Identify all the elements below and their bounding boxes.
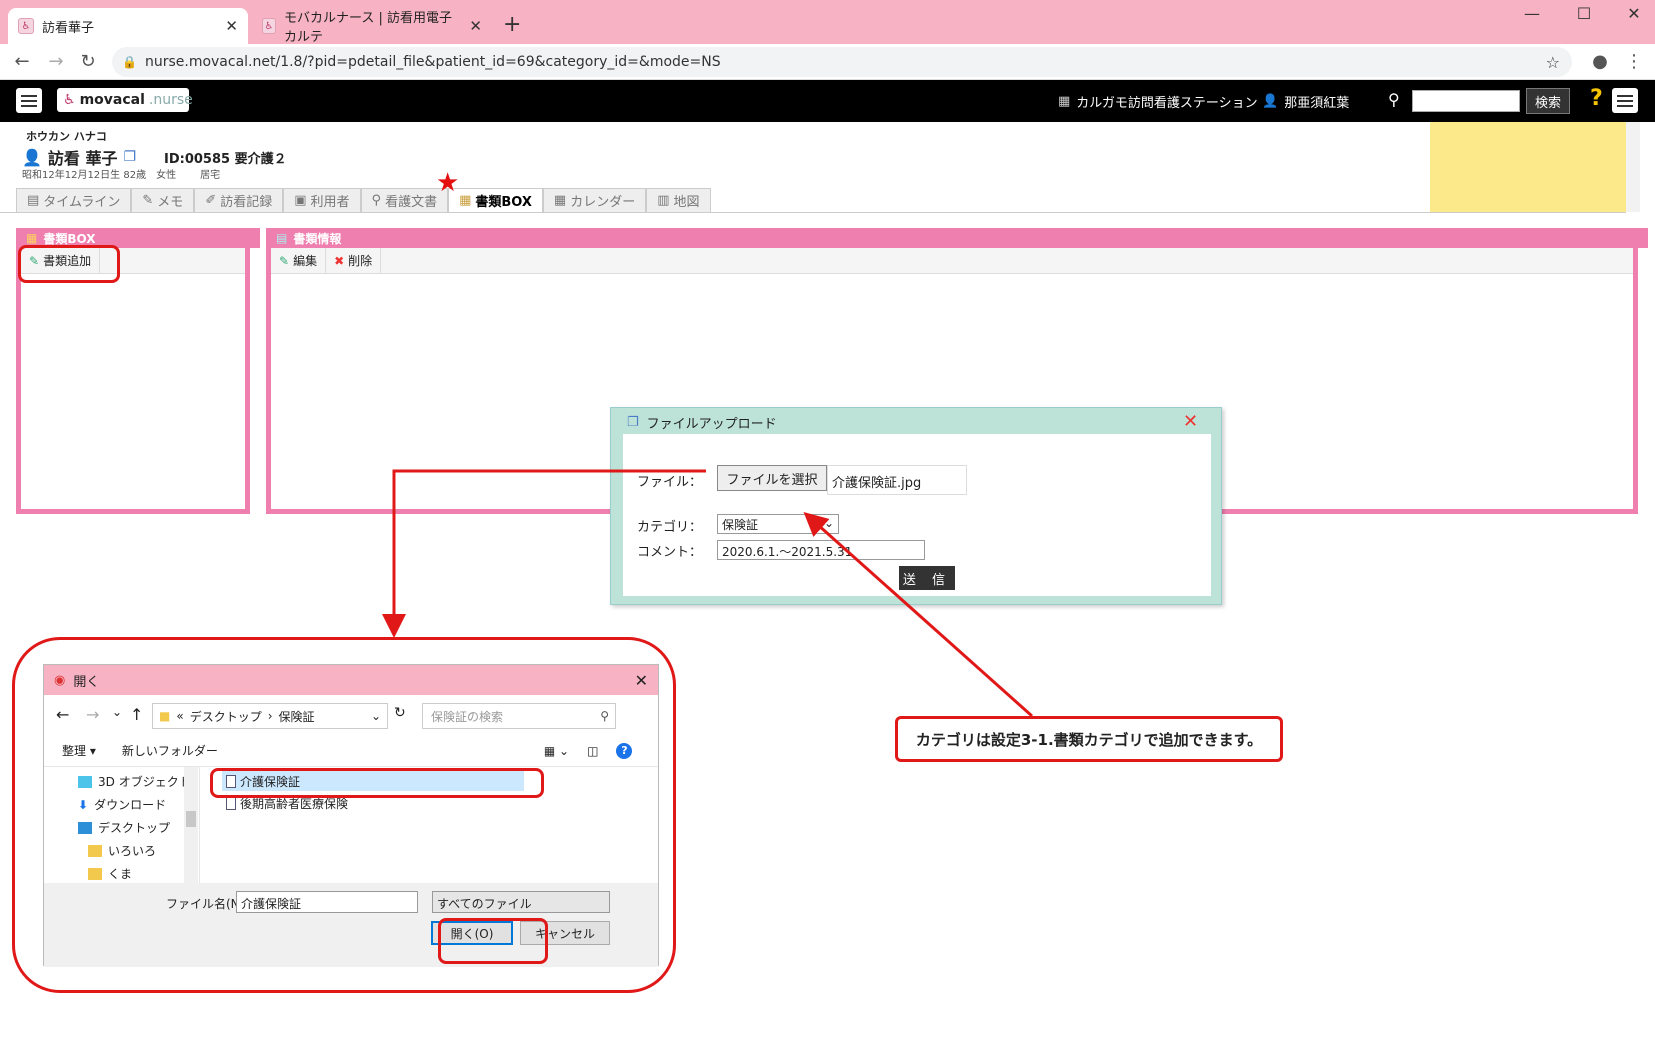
preview-pane-icon[interactable]: ◫ bbox=[587, 744, 598, 758]
folder-search-input[interactable]: 保険証の検索 ⚲ bbox=[422, 703, 616, 729]
path-overflow: « bbox=[176, 709, 184, 723]
scroll-thumb[interactable] bbox=[186, 811, 196, 827]
filetype-select[interactable]: すべてのファイル bbox=[432, 891, 610, 913]
path-separator: › bbox=[267, 709, 273, 723]
chevron-down-icon[interactable]: ⌄ bbox=[371, 709, 381, 723]
folder-icon bbox=[88, 867, 102, 880]
file-icon bbox=[226, 796, 236, 810]
refresh-icon[interactable]: ↻ bbox=[394, 705, 406, 721]
search-icon: ⚲ bbox=[600, 709, 609, 723]
tree-item-folder[interactable]: くま bbox=[88, 865, 132, 882]
new-folder-button[interactable]: 新しいフォルダー bbox=[122, 742, 218, 759]
dialog-toolbar: 整理 ▾ 新しいフォルダー ▦ ⌄ ◫ ? bbox=[44, 735, 658, 767]
tree-label: ダウンロード bbox=[94, 798, 167, 812]
recent-dropdown-icon[interactable]: ⌄ bbox=[112, 705, 122, 719]
dialog-title-text: 開く bbox=[73, 674, 100, 690]
path-segment[interactable]: 保険証 bbox=[279, 708, 315, 725]
close-icon[interactable]: ✕ bbox=[635, 671, 648, 690]
up-icon[interactable]: ↑ bbox=[130, 705, 143, 724]
view-options-icon[interactable]: ▦ ⌄ bbox=[544, 744, 569, 758]
forward-icon[interactable]: → bbox=[86, 705, 99, 724]
desktop-icon bbox=[78, 821, 92, 834]
arrow-file-to-dialog bbox=[382, 469, 706, 638]
annotation-callout: カテゴリは設定3-1.書類カテゴリで追加できます。 bbox=[895, 716, 1283, 762]
dialog-footer: ファイル名(N): 介護保険証 すべてのファイル 開く(O) キャンセル bbox=[44, 883, 658, 967]
dialog-titlebar: ◉ 開く ✕ bbox=[44, 665, 658, 695]
folder-tree: 3D オブジェクト ⬇ ダウンロード デスクトップ いろいろ くま bbox=[44, 767, 200, 883]
path-segment[interactable]: デスクトップ bbox=[190, 708, 262, 725]
highlight-box bbox=[438, 918, 548, 964]
folder-icon bbox=[88, 844, 102, 857]
tree-item-desktop[interactable]: デスクトップ bbox=[78, 819, 170, 836]
download-icon: ⬇ bbox=[78, 797, 89, 812]
tree-label: 3D オブジェクト bbox=[98, 775, 191, 789]
folder-icon: ■ bbox=[159, 709, 171, 723]
open-file-dialog: ◉ 開く ✕ ← → ⌄ ↑ ■ « デスクトップ › 保険証 ⌄ ↻ 保険証の… bbox=[43, 664, 659, 967]
tree-item-3d-objects[interactable]: 3D オブジェクト bbox=[78, 773, 191, 790]
search-placeholder: 保険証の検索 bbox=[431, 709, 504, 724]
tree-label: デスクトップ bbox=[98, 821, 171, 835]
highlight-box bbox=[210, 768, 544, 798]
tree-item-downloads[interactable]: ⬇ ダウンロード bbox=[78, 796, 166, 813]
arrow-callout-to-category bbox=[803, 512, 1033, 718]
tree-label: いろいろ bbox=[108, 844, 157, 858]
back-icon[interactable]: ← bbox=[56, 705, 69, 724]
filename-input[interactable]: 介護保険証 bbox=[236, 891, 418, 913]
chrome-icon: ◉ bbox=[54, 672, 66, 688]
path-bar[interactable]: ■ « デスクトップ › 保険証 ⌄ bbox=[152, 703, 388, 729]
tree-item-folder[interactable]: いろいろ bbox=[88, 842, 156, 859]
cube-icon bbox=[78, 775, 92, 788]
dialog-nav-bar: ← → ⌄ ↑ ■ « デスクトップ › 保険証 ⌄ ↻ 保険証の検索 ⚲ bbox=[44, 695, 658, 735]
tree-label: くま bbox=[108, 867, 133, 881]
organize-button[interactable]: 整理 ▾ bbox=[62, 742, 96, 759]
help-icon[interactable]: ? bbox=[616, 742, 633, 759]
tree-scrollbar[interactable] bbox=[184, 767, 198, 883]
